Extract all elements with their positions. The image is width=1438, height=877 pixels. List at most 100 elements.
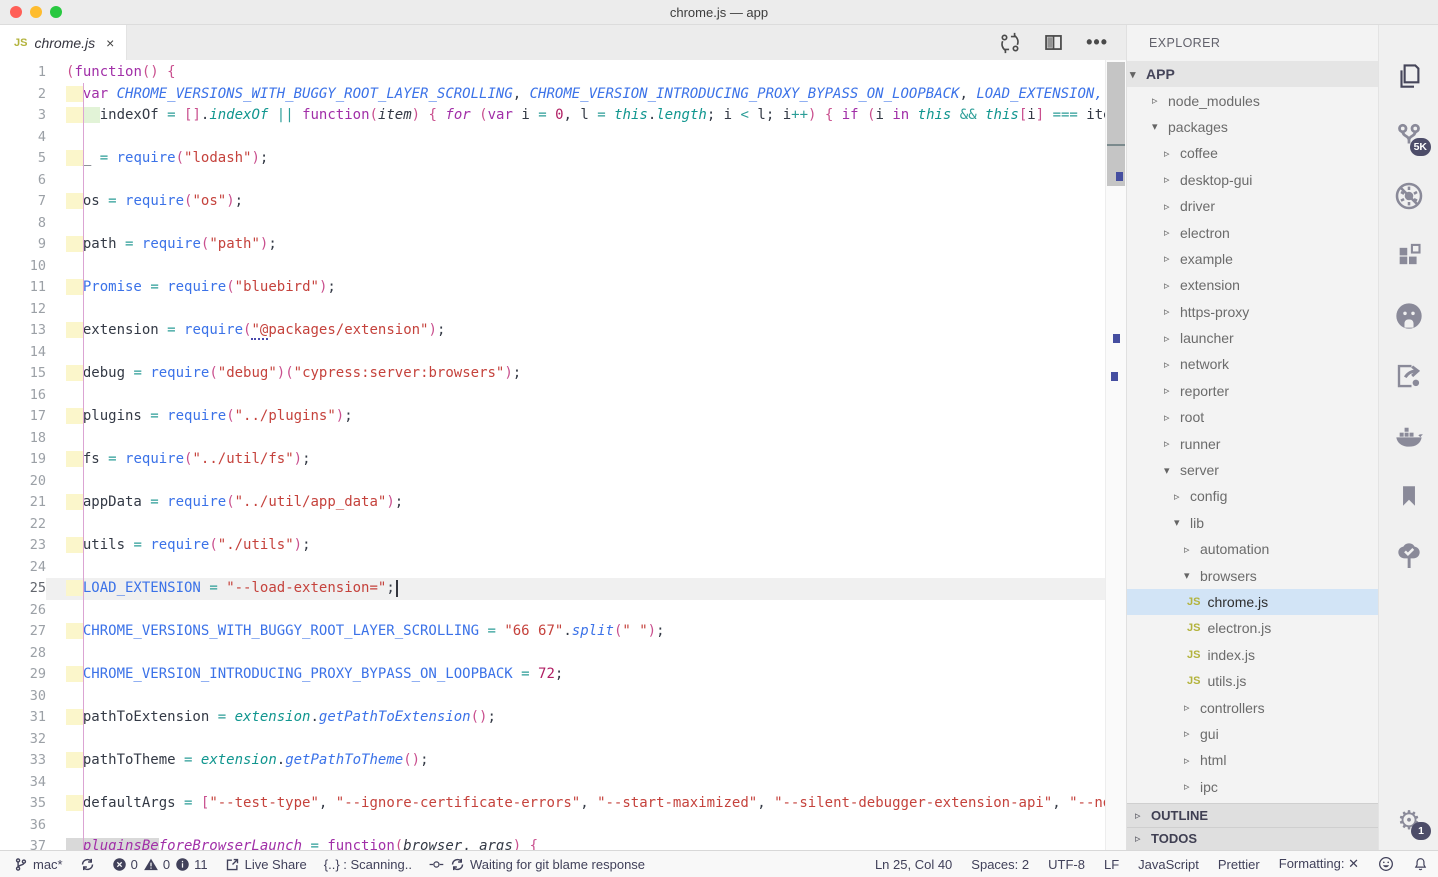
code-text[interactable]: utils = require("./utils"); bbox=[46, 535, 1105, 557]
activity-github-button[interactable] bbox=[1379, 294, 1438, 338]
editor-scrollbar[interactable] bbox=[1105, 60, 1126, 850]
folder-ipc[interactable]: ▹ipc bbox=[1127, 774, 1378, 800]
code-line-10[interactable]: 10 bbox=[0, 256, 1105, 278]
code-line-36[interactable]: 36 bbox=[0, 815, 1105, 837]
code-text[interactable] bbox=[46, 557, 1105, 579]
code-text[interactable]: appData = require("../util/app_data"); bbox=[46, 492, 1105, 514]
status-git-branch[interactable]: mac* bbox=[14, 857, 63, 872]
line-number[interactable]: 32 bbox=[0, 729, 46, 751]
code-line-14[interactable]: 14 bbox=[0, 342, 1105, 364]
status-language-mode[interactable]: JavaScript bbox=[1138, 857, 1199, 872]
folder-packages[interactable]: ▾packages bbox=[1127, 114, 1378, 140]
line-number[interactable]: 33 bbox=[0, 750, 46, 772]
line-number[interactable]: 28 bbox=[0, 643, 46, 665]
code-line-32[interactable]: 32 bbox=[0, 729, 1105, 751]
status-sync[interactable] bbox=[80, 857, 95, 872]
folder-automation[interactable]: ▹automation bbox=[1127, 536, 1378, 562]
code-text[interactable]: path = require("path"); bbox=[46, 234, 1105, 256]
line-number[interactable]: 2 bbox=[0, 84, 46, 106]
line-number[interactable]: 13 bbox=[0, 320, 46, 342]
status-scanning[interactable]: {..} : Scanning.. bbox=[324, 857, 412, 872]
folder-coffee[interactable]: ▹coffee bbox=[1127, 140, 1378, 166]
code-line-2[interactable]: 2 var CHROME_VERSIONS_WITH_BUGGY_ROOT_LA… bbox=[0, 84, 1105, 106]
line-number[interactable]: 5 bbox=[0, 148, 46, 170]
folder-reporter[interactable]: ▹reporter bbox=[1127, 378, 1378, 404]
code-line-12[interactable]: 12 bbox=[0, 299, 1105, 321]
code-line-22[interactable]: 22 bbox=[0, 514, 1105, 536]
status-feedback[interactable] bbox=[1378, 856, 1394, 872]
file-electron-js[interactable]: JSelectron.js bbox=[1127, 615, 1378, 641]
line-number[interactable]: 4 bbox=[0, 127, 46, 149]
code-line-5[interactable]: 5 _ = require("lodash"); bbox=[0, 148, 1105, 170]
folder-node-modules[interactable]: ▹node_modules bbox=[1127, 87, 1378, 113]
more-actions-button[interactable]: ••• bbox=[1086, 32, 1108, 53]
status-indentation[interactable]: Spaces: 2 bbox=[971, 857, 1029, 872]
code-line-4[interactable]: 4 bbox=[0, 127, 1105, 149]
code-text[interactable] bbox=[46, 170, 1105, 192]
line-number[interactable]: 7 bbox=[0, 191, 46, 213]
folder-https-proxy[interactable]: ▹https-proxy bbox=[1127, 299, 1378, 325]
folder-config[interactable]: ▹config bbox=[1127, 483, 1378, 509]
code-text[interactable]: _ = require("lodash"); bbox=[46, 148, 1105, 170]
code-text[interactable] bbox=[46, 385, 1105, 407]
open-changes-button[interactable] bbox=[999, 32, 1021, 54]
activity-docker-button[interactable] bbox=[1379, 414, 1438, 458]
code-text[interactable]: defaultArgs = ["--test-type", "--ignore-… bbox=[46, 793, 1105, 815]
line-number[interactable]: 20 bbox=[0, 471, 46, 493]
status-encoding[interactable]: UTF-8 bbox=[1048, 857, 1085, 872]
folder-network[interactable]: ▹network bbox=[1127, 351, 1378, 377]
file-utils-js[interactable]: JSutils.js bbox=[1127, 668, 1378, 694]
code-line-23[interactable]: 23 utils = require("./utils"); bbox=[0, 535, 1105, 557]
activity-explorer-button[interactable] bbox=[1379, 54, 1438, 98]
line-number[interactable]: 3 bbox=[0, 105, 46, 127]
outline-section-header[interactable]: ▹ OUTLINE bbox=[1127, 803, 1378, 827]
line-number[interactable]: 10 bbox=[0, 256, 46, 278]
folder-runner[interactable]: ▹runner bbox=[1127, 430, 1378, 456]
code-text[interactable] bbox=[46, 299, 1105, 321]
status-eol[interactable]: LF bbox=[1104, 857, 1119, 872]
code-line-34[interactable]: 34 bbox=[0, 772, 1105, 794]
line-number[interactable]: 18 bbox=[0, 428, 46, 450]
activity-settings-button[interactable]: ⚙1 bbox=[1379, 798, 1438, 842]
code-line-7[interactable]: 7 os = require("os"); bbox=[0, 191, 1105, 213]
code-text[interactable]: var CHROME_VERSIONS_WITH_BUGGY_ROOT_LAYE… bbox=[46, 84, 1105, 106]
line-number[interactable]: 34 bbox=[0, 772, 46, 794]
folder-extension[interactable]: ▹extension bbox=[1127, 272, 1378, 298]
folder-desktop-gui[interactable]: ▹desktop-gui bbox=[1127, 167, 1378, 193]
code-text[interactable]: pathToExtension = extension.getPathToExt… bbox=[46, 707, 1105, 729]
line-number[interactable]: 27 bbox=[0, 621, 46, 643]
line-number[interactable]: 6 bbox=[0, 170, 46, 192]
code-text[interactable] bbox=[46, 772, 1105, 794]
code-line-8[interactable]: 8 bbox=[0, 213, 1105, 235]
folder-example[interactable]: ▹example bbox=[1127, 246, 1378, 272]
split-editor-button[interactable] bbox=[1043, 32, 1064, 53]
code-line-20[interactable]: 20 bbox=[0, 471, 1105, 493]
folder-app[interactable]: ▾APP bbox=[1127, 61, 1378, 87]
line-number[interactable]: 26 bbox=[0, 600, 46, 622]
code-text[interactable] bbox=[46, 342, 1105, 364]
code-line-18[interactable]: 18 bbox=[0, 428, 1105, 450]
line-number[interactable]: 11 bbox=[0, 277, 46, 299]
code-text[interactable] bbox=[46, 514, 1105, 536]
code-text[interactable]: Promise = require("bluebird"); bbox=[46, 277, 1105, 299]
code-text[interactable] bbox=[46, 729, 1105, 751]
code-line-35[interactable]: 35 defaultArgs = ["--test-type", "--igno… bbox=[0, 793, 1105, 815]
line-number[interactable]: 23 bbox=[0, 535, 46, 557]
line-number[interactable]: 30 bbox=[0, 686, 46, 708]
status-problems[interactable]: 0011 bbox=[112, 857, 208, 872]
tab-close-icon[interactable]: × bbox=[106, 35, 114, 51]
code-text[interactable]: extension = require("@packages/extension… bbox=[46, 320, 1105, 342]
code-line-6[interactable]: 6 bbox=[0, 170, 1105, 192]
line-number[interactable]: 37 bbox=[0, 836, 46, 850]
folder-electron[interactable]: ▹electron bbox=[1127, 219, 1378, 245]
status-formatter[interactable]: Prettier bbox=[1218, 857, 1260, 872]
code-line-29[interactable]: 29 CHROME_VERSION_INTRODUCING_PROXY_BYPA… bbox=[0, 664, 1105, 686]
folder-html[interactable]: ▹html bbox=[1127, 747, 1378, 773]
code-line-11[interactable]: 11 Promise = require("bluebird"); bbox=[0, 277, 1105, 299]
code-text[interactable] bbox=[46, 428, 1105, 450]
file-chrome-js[interactable]: JSchrome.js bbox=[1127, 589, 1378, 615]
folder-launcher[interactable]: ▹launcher bbox=[1127, 325, 1378, 351]
line-number[interactable]: 15 bbox=[0, 363, 46, 385]
line-number[interactable]: 12 bbox=[0, 299, 46, 321]
code-line-24[interactable]: 24 bbox=[0, 557, 1105, 579]
